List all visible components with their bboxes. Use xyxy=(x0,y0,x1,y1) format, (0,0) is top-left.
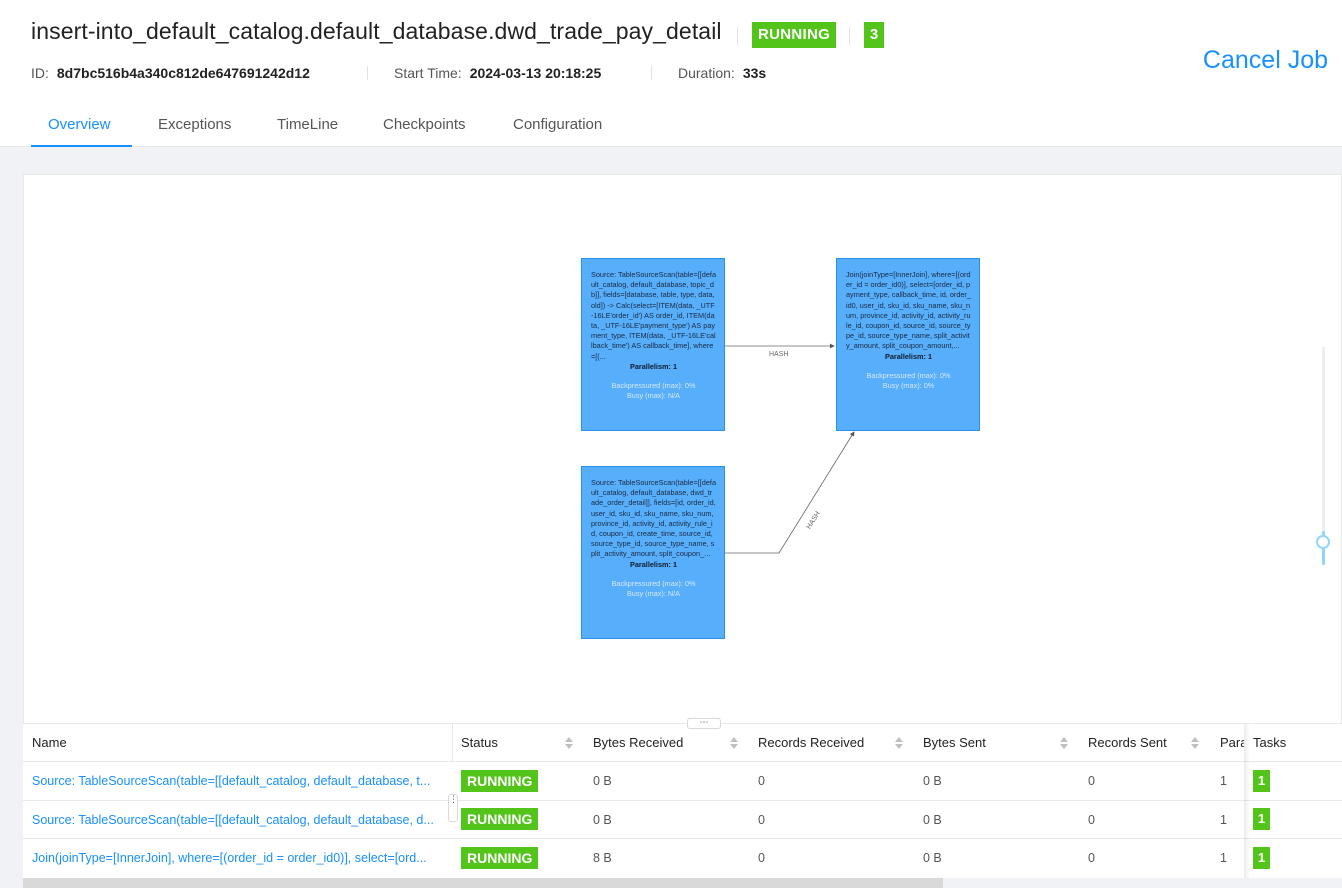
records-sent-cell: 0 xyxy=(1088,774,1095,788)
vertex-name-link[interactable]: Source: TableSourceScan(table=[[default_… xyxy=(32,801,442,839)
tab-overview[interactable]: Overview xyxy=(31,106,132,147)
parallelism-cell: 1 xyxy=(1220,813,1227,827)
records-received-cell: 0 xyxy=(758,813,765,827)
meta-divider xyxy=(651,66,652,80)
bytes-sent-cell: 0 B xyxy=(923,774,942,788)
node-busy: Busy (max): 0% xyxy=(882,381,935,391)
node-description: Source: TableSourceScan(table=[[default_… xyxy=(591,478,717,559)
edge-hash-2 xyxy=(725,431,855,554)
job-graph-canvas[interactable]: HASH HASH Source: TableSourceScan(table=… xyxy=(23,174,1342,724)
tab-exceptions[interactable]: Exceptions xyxy=(158,106,231,147)
records-received-cell: 0 xyxy=(758,851,765,865)
node-description: Join(joinType=[InnerJoin], where=[(order… xyxy=(846,270,971,351)
cancel-job-button[interactable]: Cancel Job xyxy=(1203,46,1328,75)
job-id: ID: 8d7bc516b4a340c812de647691242d12 xyxy=(31,65,310,81)
sort-icon[interactable] xyxy=(1060,737,1068,749)
title-divider xyxy=(737,27,738,45)
node-parallelism: Parallelism: 1 xyxy=(629,559,678,569)
start-time-label: Start Time: xyxy=(394,65,462,81)
bytes-received-cell: 0 B xyxy=(593,813,612,827)
task-badge: 1 xyxy=(1253,770,1270,792)
duration-label: Duration: xyxy=(678,65,735,81)
vertex-name-link[interactable]: Source: TableSourceScan(table=[[default_… xyxy=(32,762,442,800)
job-id-value: 8d7bc516b4a340c812de647691242d12 xyxy=(56,65,310,81)
vertex-name-link[interactable]: Join(joinType=[InnerJoin], where=[(order… xyxy=(32,839,442,877)
col-header-bytes-received[interactable]: Bytes Received xyxy=(593,724,684,762)
col-header-records-received[interactable]: Records Received xyxy=(758,724,865,762)
sort-icon[interactable] xyxy=(565,737,573,749)
col-header-records-sent[interactable]: Records Sent xyxy=(1088,724,1167,762)
status-badge: RUNNING xyxy=(461,808,539,830)
job-duration: Duration: 33s xyxy=(678,65,766,81)
job-start-time: Start Time: 2024-03-13 20:18:25 xyxy=(394,65,601,81)
node-busy: Busy (max): N/A xyxy=(626,391,681,401)
sort-icon[interactable] xyxy=(730,737,738,749)
task-badge: 1 xyxy=(1253,808,1270,830)
meta-divider xyxy=(367,66,368,80)
bytes-sent-cell: 0 B xyxy=(923,851,942,865)
bytes-sent-cell: 0 B xyxy=(923,813,942,827)
edge-label: HASH xyxy=(769,351,789,358)
job-title: insert-into_default_catalog.default_data… xyxy=(31,18,722,44)
node-parallelism: Parallelism: 1 xyxy=(884,351,933,361)
node-parallelism: Parallelism: 1 xyxy=(629,361,678,371)
task-badge: 1 xyxy=(1253,847,1270,869)
node-backpressured: Backpressured (max): 0% xyxy=(611,381,696,391)
node-busy: Busy (max): N/A xyxy=(626,589,681,599)
vertices-table: Name Status Bytes Received Records Recei… xyxy=(23,724,1342,878)
task-count-badge: 3 xyxy=(864,22,884,48)
job-status-badge: RUNNING xyxy=(752,22,837,48)
col-header-bytes-sent[interactable]: Bytes Sent xyxy=(923,724,986,762)
start-time-value: 2024-03-13 20:18:25 xyxy=(469,65,602,81)
column-divider xyxy=(452,724,453,762)
col-header-status[interactable]: Status xyxy=(461,724,498,762)
bytes-received-cell: 0 B xyxy=(593,774,612,788)
duration-value: 33s xyxy=(742,65,767,81)
tab-checkpoints[interactable]: Checkpoints xyxy=(383,106,466,147)
col-header-name[interactable]: Name xyxy=(32,724,67,762)
horizontal-scrollbar[interactable] xyxy=(23,878,943,888)
parallelism-cell: 1 xyxy=(1220,851,1227,865)
fixed-column-shadow xyxy=(1244,724,1250,878)
zoom-slider-handle[interactable] xyxy=(1316,535,1330,549)
graph-node-join[interactable]: Join(joinType=[InnerJoin], where=[(order… xyxy=(836,258,980,431)
records-received-cell: 0 xyxy=(758,774,765,788)
job-header: insert-into_default_catalog.default_data… xyxy=(0,0,1342,147)
status-badge: RUNNING xyxy=(461,770,539,792)
node-backpressured: Backpressured (max): 0% xyxy=(866,370,951,380)
records-sent-cell: 0 xyxy=(1088,813,1095,827)
node-backpressured: Backpressured (max): 0% xyxy=(611,578,696,588)
panel-resize-handle[interactable]: ⋯ xyxy=(687,718,721,729)
parallelism-cell: 1 xyxy=(1220,774,1227,788)
bytes-received-cell: 8 B xyxy=(593,851,612,865)
status-badge: RUNNING xyxy=(461,847,539,869)
sort-icon[interactable] xyxy=(895,737,903,749)
tab-timeline[interactable]: TimeLine xyxy=(277,106,338,147)
records-sent-cell: 0 xyxy=(1088,851,1095,865)
tab-configuration[interactable]: Configuration xyxy=(513,106,602,147)
graph-node-source-topic-db[interactable]: Source: TableSourceScan(table=[[default_… xyxy=(581,258,725,431)
col-header-parallelism[interactable]: Para xyxy=(1220,724,1244,762)
title-divider xyxy=(849,27,850,45)
job-id-label: ID: xyxy=(31,65,49,81)
sort-icon[interactable] xyxy=(1191,737,1199,749)
column-resize-handle[interactable]: ⋮ xyxy=(448,794,458,822)
node-description: Source: TableSourceScan(table=[[default_… xyxy=(591,270,717,361)
graph-node-source-order-detail[interactable]: Source: TableSourceScan(table=[[default_… xyxy=(581,466,725,639)
col-header-tasks[interactable]: Tasks xyxy=(1253,724,1287,762)
